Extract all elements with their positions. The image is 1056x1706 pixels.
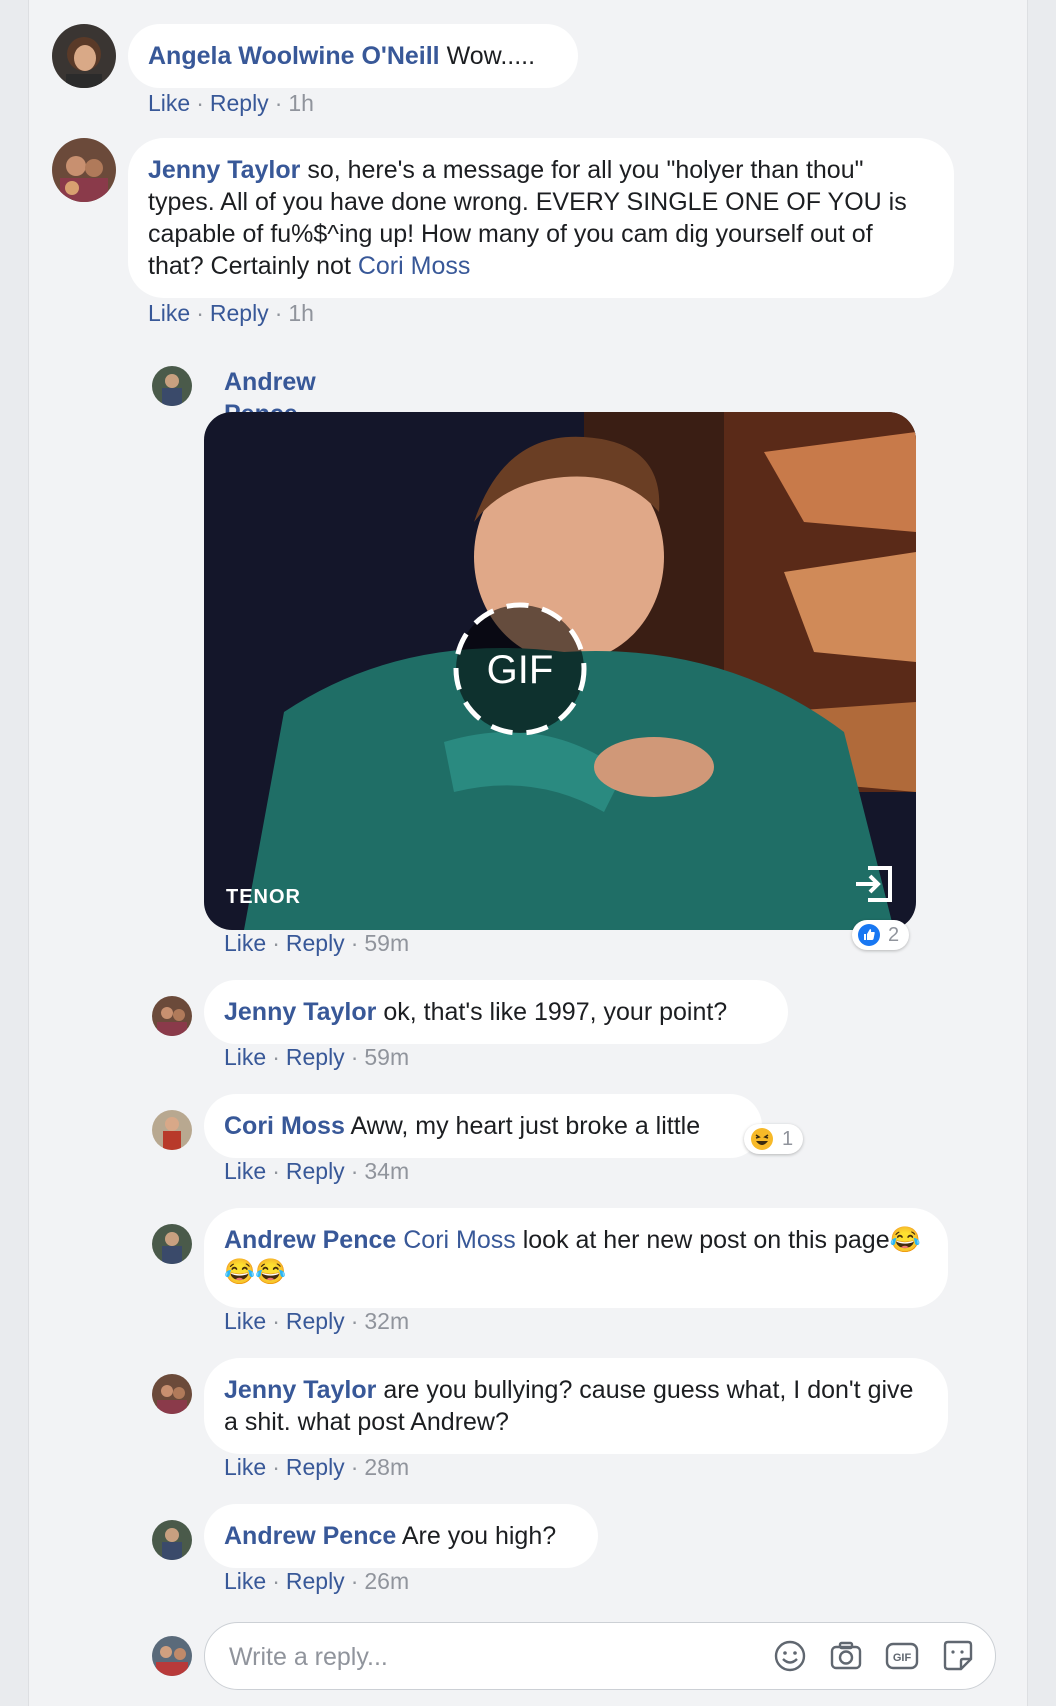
camera-icon[interactable]: [827, 1637, 865, 1675]
avatar[interactable]: [152, 1374, 192, 1414]
avatar[interactable]: [152, 1224, 192, 1264]
comment-actions: Like · Reply · 26m: [224, 1568, 410, 1594]
comment-bubble: Andrew Pence Cori Moss look at her new p…: [204, 1208, 948, 1308]
reply-link[interactable]: Reply: [286, 1308, 345, 1334]
comment-actions: Like · Reply · 28m: [224, 1454, 410, 1480]
avatar[interactable]: [152, 1520, 192, 1560]
comment-author[interactable]: Jenny Taylor: [148, 156, 300, 184]
reply-link[interactable]: Reply: [210, 300, 269, 326]
current-user-avatar: [152, 1636, 192, 1676]
gif-attachment[interactable]: GIF TENOR: [204, 412, 916, 930]
like-link[interactable]: Like: [224, 1308, 266, 1334]
comment-text: Are you high?: [401, 1522, 557, 1550]
comment-actions: Like · Reply · 1h: [148, 300, 314, 326]
like-link[interactable]: Like: [148, 300, 190, 326]
mention-link[interactable]: Cori Moss: [403, 1226, 516, 1254]
avatar[interactable]: [152, 366, 192, 406]
comment-author[interactable]: Cori Moss: [224, 1112, 345, 1140]
comment-bubble: Andrew Pence Are you high?: [204, 1504, 598, 1568]
gif-badge: GIF: [486, 648, 554, 692]
reply-link[interactable]: Reply: [210, 90, 269, 116]
reply-composer: GIF: [204, 1622, 996, 1691]
comment-actions: Like · Reply · 59m: [224, 1044, 410, 1070]
comment-bubble: Jenny Taylor so, here's a message for al…: [128, 138, 954, 298]
like-link[interactable]: Like: [224, 1044, 266, 1070]
timestamp: 1h: [288, 300, 314, 326]
comment-author[interactable]: Angela Woolwine O'Neill: [148, 42, 440, 70]
svg-text:GIF: GIF: [893, 1652, 912, 1664]
reply-link[interactable]: Reply: [286, 1158, 345, 1184]
comment-actions: Like · Reply · 59m: [224, 930, 410, 956]
comment-author[interactable]: Andrew Pence: [224, 1522, 396, 1550]
comment-text: Aww, my heart just broke a little: [350, 1112, 701, 1140]
reply-link[interactable]: Reply: [286, 930, 345, 956]
like-link[interactable]: Like: [224, 1568, 266, 1594]
comment-author[interactable]: Jenny Taylor: [224, 1376, 376, 1404]
comment-author[interactable]: Andrew Pence: [224, 1226, 396, 1254]
like-reaction-icon: [858, 924, 880, 946]
reply-link[interactable]: Reply: [286, 1454, 345, 1480]
reaction-count: 2: [888, 923, 900, 946]
avatar[interactable]: [152, 996, 192, 1036]
comment-actions: Like · Reply · 32m: [224, 1308, 410, 1334]
comment-text: look at her new post on this page: [522, 1226, 890, 1254]
gif-icon[interactable]: GIF: [883, 1637, 921, 1675]
reply-link[interactable]: Reply: [286, 1568, 345, 1594]
like-link[interactable]: Like: [224, 1158, 266, 1184]
timestamp: 59m: [364, 1044, 410, 1070]
comment-text: Wow.....: [446, 42, 536, 70]
mention-link[interactable]: Cori Moss: [358, 252, 471, 280]
avatar[interactable]: [52, 24, 116, 88]
timestamp: 59m: [364, 930, 410, 956]
timestamp: 1h: [288, 90, 314, 116]
comment-actions: Like · Reply · 34m: [224, 1158, 410, 1184]
like-link[interactable]: Like: [224, 1454, 266, 1480]
reaction-badge[interactable]: 1: [744, 1124, 804, 1154]
comment-text: ok, that's like 1997, your point?: [383, 998, 728, 1026]
like-link[interactable]: Like: [148, 90, 190, 116]
comment-bubble: Angela Woolwine O'Neill Wow.....: [128, 24, 578, 88]
comment-actions: Like · Reply · 1h: [148, 90, 314, 116]
avatar[interactable]: [52, 138, 116, 202]
gif-provider: TENOR: [226, 886, 301, 908]
emoji-icon[interactable]: [771, 1637, 809, 1675]
comment-author[interactable]: Jenny Taylor: [224, 998, 376, 1026]
reply-input[interactable]: [227, 1623, 731, 1691]
comment-bubble: Jenny Taylor ok, that's like 1997, your …: [204, 980, 788, 1044]
timestamp: 34m: [364, 1158, 410, 1184]
gif-image: [204, 412, 916, 930]
timestamp: 32m: [364, 1308, 410, 1334]
open-gif-icon[interactable]: [854, 864, 894, 904]
avatar[interactable]: [152, 1110, 192, 1150]
comment-bubble: Jenny Taylor are you bullying? cause gue…: [204, 1358, 948, 1454]
sticker-icon[interactable]: [939, 1637, 977, 1675]
comment-bubble: Cori Moss Aww, my heart just broke a lit…: [204, 1094, 762, 1158]
reaction-badge[interactable]: 2: [852, 920, 910, 950]
haha-reaction-icon: [750, 1127, 774, 1151]
timestamp: 28m: [364, 1454, 410, 1480]
like-link[interactable]: Like: [224, 930, 266, 956]
timestamp: 26m: [364, 1568, 410, 1594]
reaction-count: 1: [782, 1127, 794, 1150]
reply-link[interactable]: Reply: [286, 1044, 345, 1070]
